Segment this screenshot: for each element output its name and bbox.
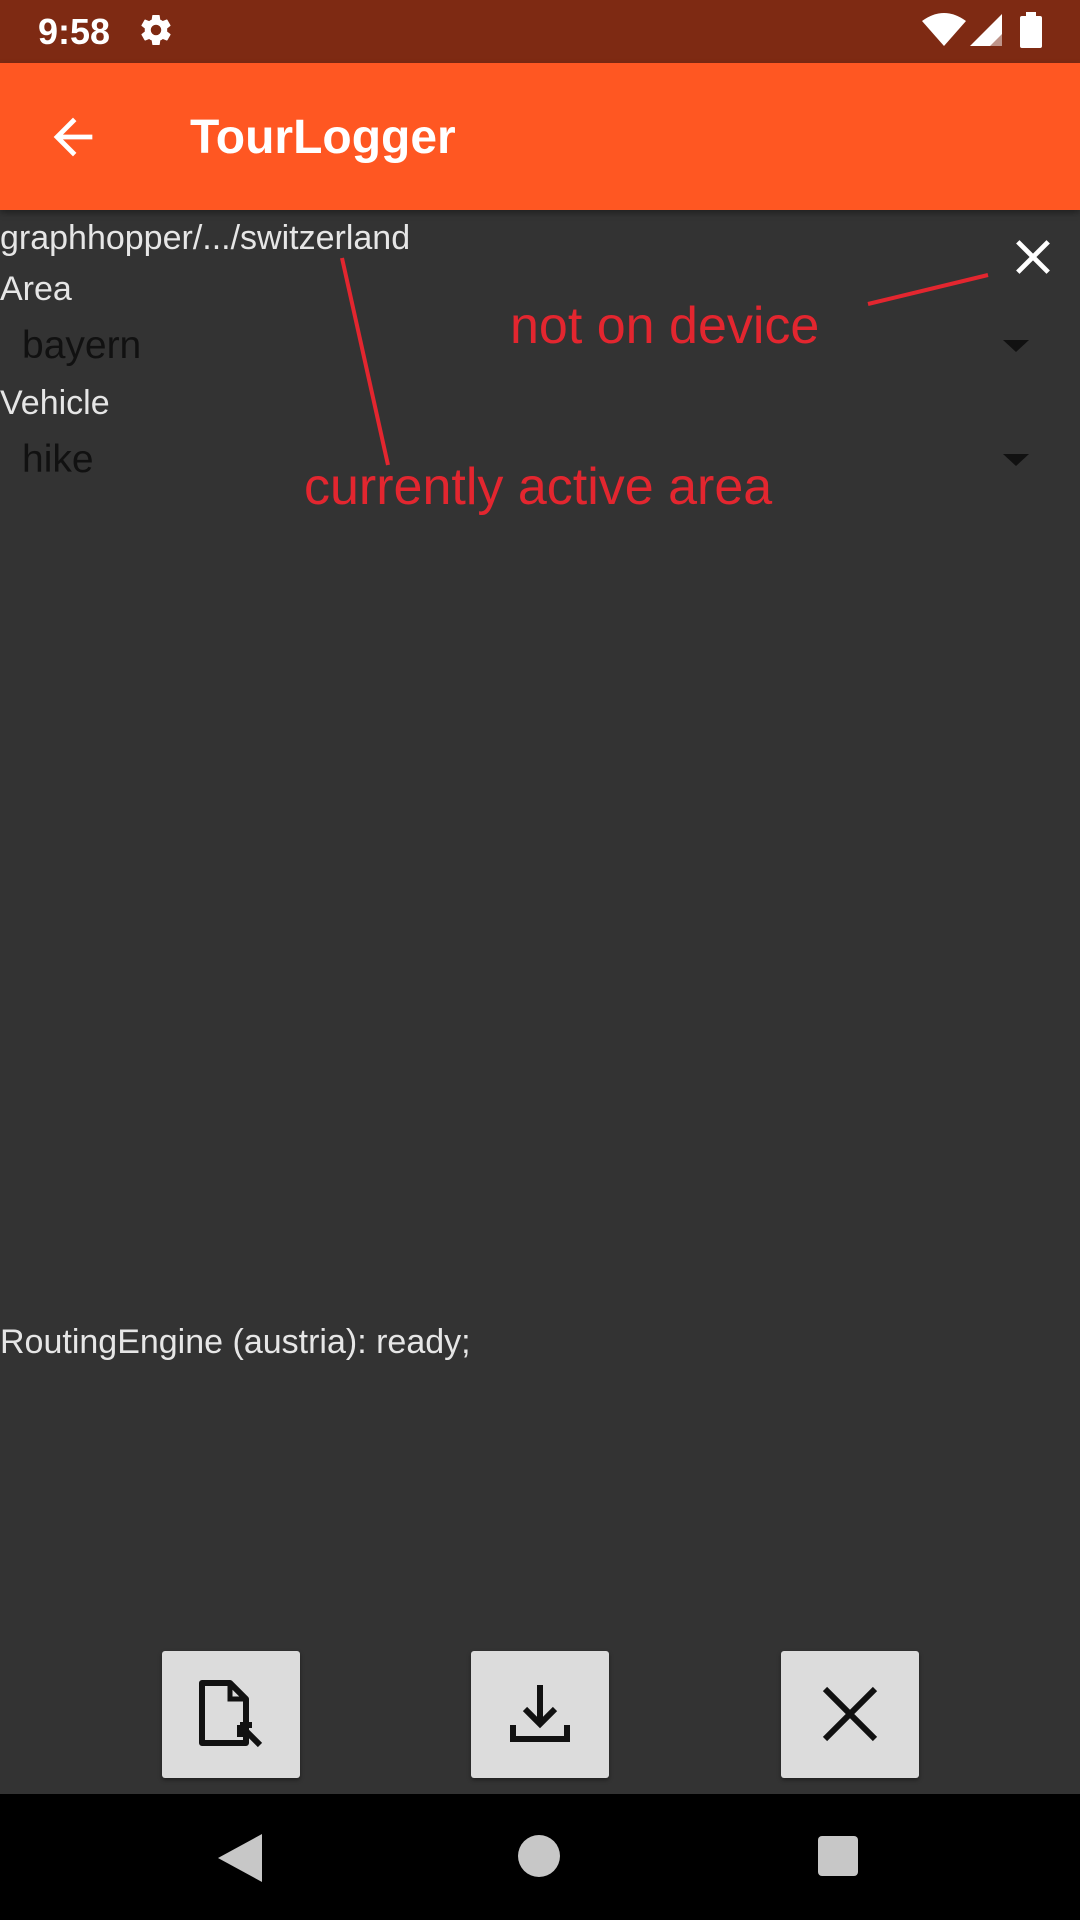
app-title: TourLogger <box>190 111 456 164</box>
close-icon[interactable] <box>1004 228 1062 286</box>
delete-button[interactable] <box>781 1651 919 1778</box>
status-time: 9:58 <box>38 11 111 52</box>
download-button[interactable] <box>471 1651 609 1778</box>
vehicle-spinner-value: hike <box>22 438 94 481</box>
dropdown-caret-icon <box>1003 454 1029 466</box>
wifi-icon <box>922 13 966 46</box>
app-bar <box>0 63 1080 210</box>
close-icon <box>822 1686 878 1742</box>
download-icon <box>510 1685 570 1742</box>
annotation-currently-active-area: currently active area <box>304 458 773 516</box>
annotation-line-device <box>867 273 989 306</box>
graphhopper-path-text: graphhopper/.../switzerland <box>0 219 411 257</box>
battery-icon <box>1020 12 1042 48</box>
arrow-left-icon[interactable] <box>44 108 102 166</box>
routing-engine-status: RoutingEngine (austria): ready; <box>0 1323 471 1361</box>
open-file-button[interactable] <box>162 1651 300 1778</box>
nav-recents-icon[interactable] <box>818 1836 858 1876</box>
dropdown-caret-icon <box>1003 340 1029 352</box>
gear-icon <box>141 15 171 46</box>
signal-icon <box>970 14 1002 46</box>
area-label: Area <box>0 270 72 308</box>
area-spinner-value: bayern <box>22 324 142 367</box>
vehicle-label: Vehicle <box>0 384 110 422</box>
file-open-icon <box>199 1680 263 1748</box>
annotation-not-on-device: not on device <box>510 297 820 355</box>
nav-home-icon[interactable] <box>518 1835 560 1877</box>
nav-back-icon[interactable] <box>218 1834 262 1882</box>
annotation-lines <box>340 257 989 466</box>
